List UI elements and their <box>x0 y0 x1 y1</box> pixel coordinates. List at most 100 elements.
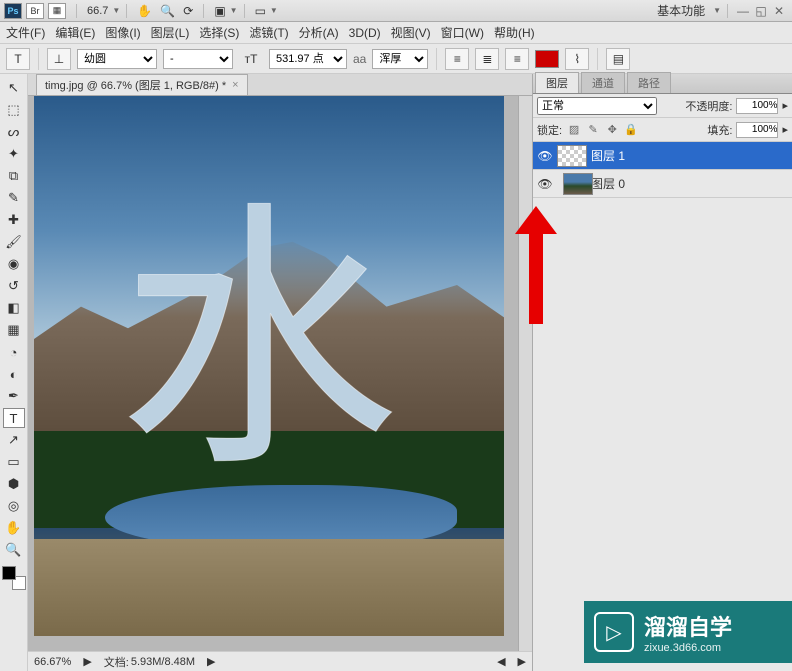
document-area: timg.jpg @ 66.7% (图层 1, RGB/8#) * × 水 66… <box>28 74 532 671</box>
minibridge-icon[interactable]: ▦ <box>48 3 66 19</box>
path-select-tool[interactable]: ↗ <box>3 430 25 450</box>
text-color-swatch[interactable] <box>535 50 559 68</box>
color-swatches[interactable] <box>2 566 26 590</box>
restore-button[interactable]: ◱ <box>752 4 770 18</box>
lock-all-icon[interactable]: 🔒 <box>623 123 639 136</box>
blur-tool[interactable]: ◔ <box>3 342 25 362</box>
status-zoom[interactable]: 66.67% <box>34 656 71 668</box>
menu-edit[interactable]: 编辑(E) <box>55 24 95 41</box>
menu-window[interactable]: 窗口(W) <box>441 24 484 41</box>
pen-tool[interactable]: ✒ <box>3 386 25 406</box>
layer-row-0[interactable]: 👁 图层 0 <box>533 170 792 198</box>
opacity-slider-icon[interactable]: ▸ <box>782 99 788 112</box>
shape-tool[interactable]: ▭ <box>3 452 25 472</box>
blend-mode-select[interactable]: 正常 <box>537 97 657 115</box>
bridge-icon[interactable]: Br <box>26 3 44 19</box>
hand-tool-icon[interactable]: ✋ <box>137 4 152 18</box>
crop-tool[interactable]: ⧉ <box>3 166 25 186</box>
menu-layer[interactable]: 图层(L) <box>151 24 190 41</box>
layer-name[interactable]: 图层 0 <box>591 175 625 192</box>
close-tab-icon[interactable]: × <box>232 79 238 91</box>
antialias-select[interactable]: 浑厚 <box>372 49 428 69</box>
eyedropper-tool[interactable]: ✎ <box>3 188 25 208</box>
font-family-select[interactable]: 幼圆 <box>77 49 157 69</box>
scroll-left-icon[interactable]: ◀ <box>497 655 505 668</box>
character-panel-icon[interactable]: ▤ <box>606 48 630 70</box>
visibility-icon[interactable]: 👁 <box>537 149 553 163</box>
titlebar-zoom[interactable]: 66.7 <box>87 5 108 17</box>
3d-tool[interactable]: ⬢ <box>3 474 25 494</box>
eraser-tool[interactable]: ◧ <box>3 298 25 318</box>
quick-select-tool[interactable]: ✦ <box>3 144 25 164</box>
text-orientation-icon[interactable]: ⊥ <box>47 48 71 70</box>
type-tool[interactable]: T <box>3 408 25 428</box>
align-left-icon[interactable]: ≡ <box>445 48 469 70</box>
watermark-badge: ▷ 溜溜自学 zixue.3d66.com <box>584 601 792 663</box>
healing-tool[interactable]: ✚ <box>3 210 25 230</box>
menu-view[interactable]: 视图(V) <box>391 24 431 41</box>
lock-label: 锁定: <box>537 122 562 138</box>
marquee-tool[interactable]: ⬚ <box>3 100 25 120</box>
screen-mode-icon[interactable]: ▭ <box>255 4 266 18</box>
document-tab[interactable]: timg.jpg @ 66.7% (图层 1, RGB/8#) * × <box>36 74 248 95</box>
visibility-icon[interactable]: 👁 <box>537 177 553 191</box>
arrange-icon[interactable]: ▣ <box>214 4 225 18</box>
menu-file[interactable]: 文件(F) <box>6 24 45 41</box>
canvas[interactable]: 水 <box>28 96 518 651</box>
minimize-button[interactable]: — <box>734 4 752 18</box>
layers-list: 👁 图层 1 👁 图层 0 <box>533 142 792 671</box>
scroll-right-icon[interactable]: ▶ <box>518 655 526 668</box>
options-bar: T ⊥ 幼圆 - тT 531.97 点 aa 浑厚 ≡ ≣ ≡ ⌇ ▤ <box>0 44 792 74</box>
menu-select[interactable]: 选择(S) <box>199 24 239 41</box>
tool-preset-icon[interactable]: T <box>6 48 30 70</box>
text-layer-content[interactable]: 水 <box>119 204 401 501</box>
lock-pixels-icon[interactable]: ✎ <box>585 123 601 136</box>
menu-help[interactable]: 帮助(H) <box>494 24 535 41</box>
layer-name[interactable]: 图层 1 <box>591 147 625 164</box>
zoom-tool-icon[interactable]: 🔍 <box>160 4 175 18</box>
layer-row-1[interactable]: 👁 图层 1 <box>533 142 792 170</box>
fill-slider-icon[interactable]: ▸ <box>782 123 788 136</box>
fill-input[interactable] <box>736 122 778 138</box>
menu-analysis[interactable]: 分析(A) <box>299 24 339 41</box>
align-right-icon[interactable]: ≡ <box>505 48 529 70</box>
history-brush-tool[interactable]: ↺ <box>3 276 25 296</box>
tab-paths[interactable]: 路径 <box>627 72 671 93</box>
panels-dock: 图层 通道 路径 正常 不透明度: ▸ 锁定: ▨ ✎ ✥ 🔒 填充: ▸ <box>532 74 792 671</box>
hand-tool[interactable]: ✋ <box>3 518 25 538</box>
menu-filter[interactable]: 滤镜(T) <box>249 24 288 41</box>
gradient-tool[interactable]: ▦ <box>3 320 25 340</box>
tools-panel: ↖ ⬚ ᔕ ✦ ⧉ ✎ ✚ 🖌 ◉ ↺ ◧ ▦ ◔ ◐ ✒ T ↗ ▭ ⬢ ◎ … <box>0 74 28 671</box>
watermark-url: zixue.3d66.com <box>644 642 732 654</box>
tab-layers[interactable]: 图层 <box>535 72 579 93</box>
align-center-icon[interactable]: ≣ <box>475 48 499 70</box>
layer-thumbnail[interactable] <box>563 173 593 195</box>
font-size-select[interactable]: 531.97 点 <box>269 49 347 69</box>
layer-thumbnail[interactable] <box>557 145 587 167</box>
menu-3d[interactable]: 3D(D) <box>349 26 381 40</box>
opacity-label: 不透明度: <box>685 98 732 114</box>
workspace-switcher[interactable]: 基本功能 <box>657 2 705 19</box>
menu-image[interactable]: 图像(I) <box>105 24 140 41</box>
warp-text-icon[interactable]: ⌇ <box>565 48 589 70</box>
tab-channels[interactable]: 通道 <box>581 72 625 93</box>
font-style-select[interactable]: - <box>163 49 233 69</box>
close-button[interactable]: ✕ <box>770 4 788 18</box>
menu-bar: 文件(F) 编辑(E) 图像(I) 图层(L) 选择(S) 滤镜(T) 分析(A… <box>0 22 792 44</box>
stamp-tool[interactable]: ◉ <box>3 254 25 274</box>
foreground-color[interactable] <box>2 566 16 580</box>
zoom-tool[interactable]: 🔍 <box>3 540 25 560</box>
zoom-dropdown-icon[interactable]: ▼ <box>112 6 120 15</box>
lasso-tool[interactable]: ᔕ <box>3 122 25 142</box>
move-tool[interactable]: ↖ <box>3 78 25 98</box>
opacity-input[interactable] <box>736 98 778 114</box>
vertical-scrollbar[interactable] <box>518 96 532 651</box>
panel-tabs: 图层 通道 路径 <box>533 74 792 94</box>
dodge-tool[interactable]: ◐ <box>3 364 25 384</box>
lock-position-icon[interactable]: ✥ <box>604 123 620 136</box>
rotate-view-icon[interactable]: ⟳ <box>183 4 193 18</box>
document-tab-title: timg.jpg @ 66.7% (图层 1, RGB/8#) * <box>45 77 226 93</box>
lock-transparency-icon[interactable]: ▨ <box>566 123 582 136</box>
3d-camera-tool[interactable]: ◎ <box>3 496 25 516</box>
brush-tool[interactable]: 🖌 <box>3 232 25 252</box>
